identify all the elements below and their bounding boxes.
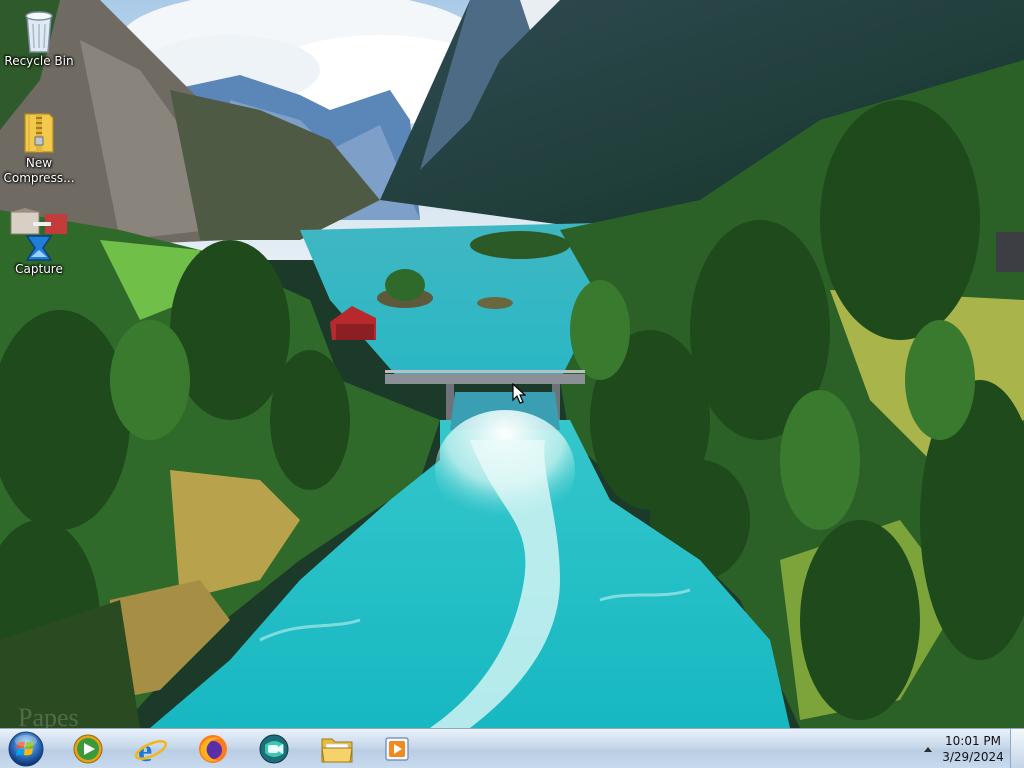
- mouse-pointer-icon: [512, 383, 526, 404]
- clock-date: 3/29/2024: [942, 750, 1004, 764]
- zip-folder-label: New Compress...: [3, 156, 75, 185]
- desktop-icon-new-compressed-folder[interactable]: New Compress...: [1, 110, 77, 186]
- desktop-icon-recycle-bin[interactable]: Recycle Bin: [1, 6, 77, 69]
- internet-explorer-icon: e: [135, 733, 167, 765]
- video-player-icon: [385, 737, 409, 761]
- taskbar: e 10:01 PM 3/29/2024: [0, 728, 1024, 768]
- firefox-icon: [199, 735, 227, 763]
- capture-label: Capture: [15, 262, 63, 276]
- tray-up-arrow-icon: [924, 747, 932, 752]
- taskbar-video-player[interactable]: [372, 731, 424, 767]
- zip-folder-icon: [24, 113, 54, 153]
- wallpaper-landscape: Papes: [0, 0, 1024, 728]
- taskbar-media-player[interactable]: [62, 731, 114, 767]
- recycle-bin-label: Recycle Bin: [4, 54, 74, 68]
- folder-explorer-icon: [321, 738, 353, 763]
- taskbar-meet-app[interactable]: [249, 731, 301, 767]
- media-player-icon: [73, 734, 103, 764]
- system-clock[interactable]: 10:01 PM 3/29/2024: [940, 733, 1006, 765]
- meet-app-icon: [259, 734, 289, 764]
- capture-app-icon: [10, 208, 67, 261]
- show-hidden-icons-button[interactable]: [920, 741, 936, 757]
- start-button[interactable]: [6, 730, 46, 768]
- wallpaper-watermark: Papes: [18, 703, 79, 728]
- desktop-icon-capture[interactable]: Capture: [1, 208, 77, 277]
- taskbar-internet-explorer[interactable]: e: [125, 731, 177, 767]
- recycle-bin-icon: [25, 11, 53, 53]
- desktop[interactable]: Papes Recycle Bin New Compress... Captur…: [0, 0, 1024, 728]
- taskbar-windows-explorer[interactable]: [311, 731, 363, 767]
- clock-time: 10:01 PM: [945, 734, 1001, 748]
- taskbar-firefox[interactable]: [187, 731, 239, 767]
- show-desktop-button[interactable]: [1010, 729, 1024, 768]
- windows-start-orb-icon: [8, 731, 44, 767]
